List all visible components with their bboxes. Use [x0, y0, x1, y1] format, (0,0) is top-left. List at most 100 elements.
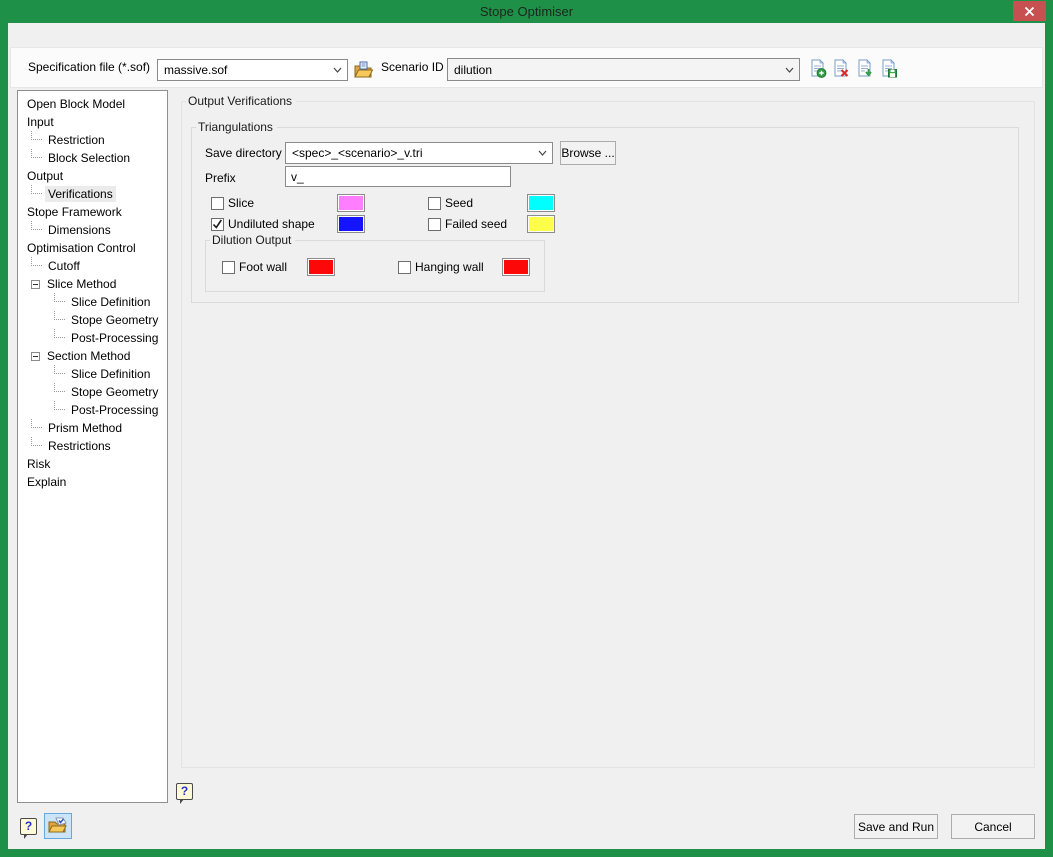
- tree-item[interactable]: Slice Definition: [18, 365, 167, 383]
- scenario-add-button[interactable]: [808, 59, 828, 79]
- tree-item[interactable]: Prism Method: [18, 419, 167, 437]
- checkbox-item[interactable]: Failed seed: [428, 217, 527, 231]
- tree-item[interactable]: Section Method: [18, 347, 167, 365]
- checkbox-label: Seed: [445, 196, 473, 210]
- checkbox-item[interactable]: Undiluted shape: [211, 217, 337, 231]
- tree-item-label: Restrictions: [45, 438, 114, 454]
- tree-item[interactable]: Post-Processing: [18, 329, 167, 347]
- tree-item[interactable]: Input: [18, 113, 167, 131]
- dialog-help-button[interactable]: ?: [20, 818, 37, 835]
- color-swatch-button[interactable]: [527, 194, 555, 212]
- browse-button[interactable]: Browse ...: [560, 141, 616, 165]
- tree-item[interactable]: Cutoff: [18, 257, 167, 275]
- prefix-value: v_: [291, 170, 304, 184]
- stope-optimiser-window: Stope Optimiser Specification file (*.so…: [0, 0, 1053, 857]
- scenario-import-button[interactable]: [855, 59, 875, 79]
- cancel-button[interactable]: Cancel: [951, 814, 1035, 839]
- tree-item-label: Verifications: [45, 186, 116, 202]
- scenario-save-button[interactable]: [879, 59, 899, 79]
- tree-item[interactable]: Block Selection: [18, 149, 167, 167]
- tree-item[interactable]: Risk: [18, 455, 167, 473]
- output-verifications-title: Output Verifications: [186, 94, 296, 108]
- chevron-down-icon: [785, 66, 794, 74]
- checkbox-item[interactable]: Seed: [428, 196, 527, 210]
- save-directory-label: Save directory: [205, 145, 282, 162]
- color-swatch-button[interactable]: [337, 194, 365, 212]
- tree-item[interactable]: Restrictions: [18, 437, 167, 455]
- tree-item[interactable]: Output: [18, 167, 167, 185]
- tree-item-label: Explain: [24, 474, 69, 490]
- tree-item-label: Input: [24, 114, 57, 130]
- window-title: Stope Optimiser: [0, 0, 1053, 23]
- color-swatch-button[interactable]: [527, 215, 555, 233]
- color-swatch-button[interactable]: [337, 215, 365, 233]
- checkbox-item[interactable]: Foot wall: [222, 260, 307, 274]
- checkbox-box[interactable]: [211, 218, 224, 231]
- tree-item[interactable]: Slice Definition: [18, 293, 167, 311]
- scenario-delete-icon: [831, 59, 850, 78]
- tree-item-label: Stope Geometry: [68, 312, 161, 328]
- tree-item[interactable]: Explain: [18, 473, 167, 491]
- checkbox-label: Foot wall: [239, 260, 287, 274]
- checkbox-item[interactable]: Slice: [211, 196, 337, 210]
- tree-item[interactable]: Stope Framework: [18, 203, 167, 221]
- checkbox-label: Failed seed: [445, 217, 507, 231]
- checkbox-box[interactable]: [428, 197, 441, 210]
- tree-item-label: Dimensions: [45, 222, 114, 238]
- checkbox-box[interactable]: [398, 261, 411, 274]
- tree-item-label: Slice Definition: [68, 294, 153, 310]
- scenario-id-value: dilution: [454, 63, 492, 77]
- prefix-input[interactable]: v_: [285, 166, 511, 187]
- checkbox-box[interactable]: [428, 218, 441, 231]
- dilution-output-title: Dilution Output: [210, 233, 295, 247]
- tree-item[interactable]: Open Block Model: [18, 95, 167, 113]
- color-swatch-button[interactable]: [307, 258, 335, 276]
- tree-item-label: Output: [24, 168, 66, 184]
- open-folder-check-icon: [47, 816, 69, 836]
- spec-file-combobox[interactable]: massive.sof: [157, 59, 348, 81]
- triangulation-checkboxes: Slice Seed Undiluted shape Failed seed: [211, 194, 567, 233]
- tree-item-label: Prism Method: [45, 420, 125, 436]
- spec-file-value: massive.sof: [164, 63, 227, 77]
- question-mark-icon: ?: [181, 784, 188, 798]
- tree-item-label: Post-Processing: [68, 330, 161, 346]
- open-spec-file-button[interactable]: [352, 59, 372, 79]
- open-folder-icon: [352, 59, 374, 81]
- tree-connector: [31, 221, 42, 230]
- color-swatch-button[interactable]: [502, 258, 530, 276]
- tree-item[interactable]: Verifications: [18, 185, 167, 203]
- checkbox-label: Undiluted shape: [228, 217, 315, 231]
- close-button[interactable]: [1013, 1, 1046, 21]
- tree-connector: [31, 131, 42, 140]
- tree-connector: [54, 311, 65, 320]
- scenario-import-icon: [855, 59, 874, 78]
- scenario-id-combobox[interactable]: dilution: [447, 58, 800, 81]
- tree-item[interactable]: Stope Geometry: [18, 383, 167, 401]
- tree-item[interactable]: Post-Processing: [18, 401, 167, 419]
- tree-item[interactable]: Optimisation Control: [18, 239, 167, 257]
- close-icon: [1024, 6, 1035, 17]
- checkbox-box[interactable]: [211, 197, 224, 210]
- folder-toggle-button[interactable]: [44, 813, 72, 839]
- tree-connector: [31, 419, 42, 428]
- scenario-delete-button[interactable]: [831, 59, 851, 79]
- dialog-body: Specification file (*.sof) massive.sof S…: [8, 23, 1045, 849]
- expander-minus-icon[interactable]: [31, 352, 40, 361]
- tree-connector: [54, 401, 65, 410]
- save-directory-combobox[interactable]: <spec>_<scenario>_v.tri: [285, 142, 553, 164]
- check-icon: [212, 219, 223, 230]
- tree-item-label: Stope Geometry: [68, 384, 161, 400]
- dilution-checkboxes: Foot wall Hanging wall: [222, 258, 542, 276]
- panel-help-button[interactable]: ?: [176, 783, 193, 800]
- title-bar[interactable]: Stope Optimiser: [0, 0, 1053, 23]
- save-and-run-button[interactable]: Save and Run: [854, 814, 938, 839]
- expander-minus-icon[interactable]: [31, 280, 40, 289]
- tree-item[interactable]: Restriction: [18, 131, 167, 149]
- tree-item[interactable]: Dimensions: [18, 221, 167, 239]
- checkbox-item[interactable]: Hanging wall: [398, 260, 502, 274]
- scenario-add-icon: [808, 59, 827, 78]
- tree-item[interactable]: Slice Method: [18, 275, 167, 293]
- tree-item[interactable]: Stope Geometry: [18, 311, 167, 329]
- checkbox-box[interactable]: [222, 261, 235, 274]
- tree-connector: [54, 365, 65, 374]
